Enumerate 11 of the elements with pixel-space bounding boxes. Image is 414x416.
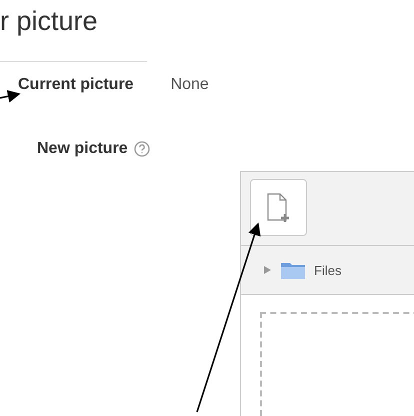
page-heading: r picture (0, 5, 99, 38)
folder-name[interactable]: Files (314, 262, 342, 278)
add-file-icon (266, 192, 292, 224)
field-label: New picture (37, 140, 128, 158)
annotation-arrow (0, 90, 21, 103)
folder-icon (280, 261, 306, 279)
add-file-button[interactable] (250, 179, 307, 236)
field-value: None (170, 76, 209, 94)
expand-arrow-icon[interactable] (263, 265, 272, 275)
help-icon[interactable] (134, 141, 150, 157)
field-label: Current picture (18, 76, 134, 94)
